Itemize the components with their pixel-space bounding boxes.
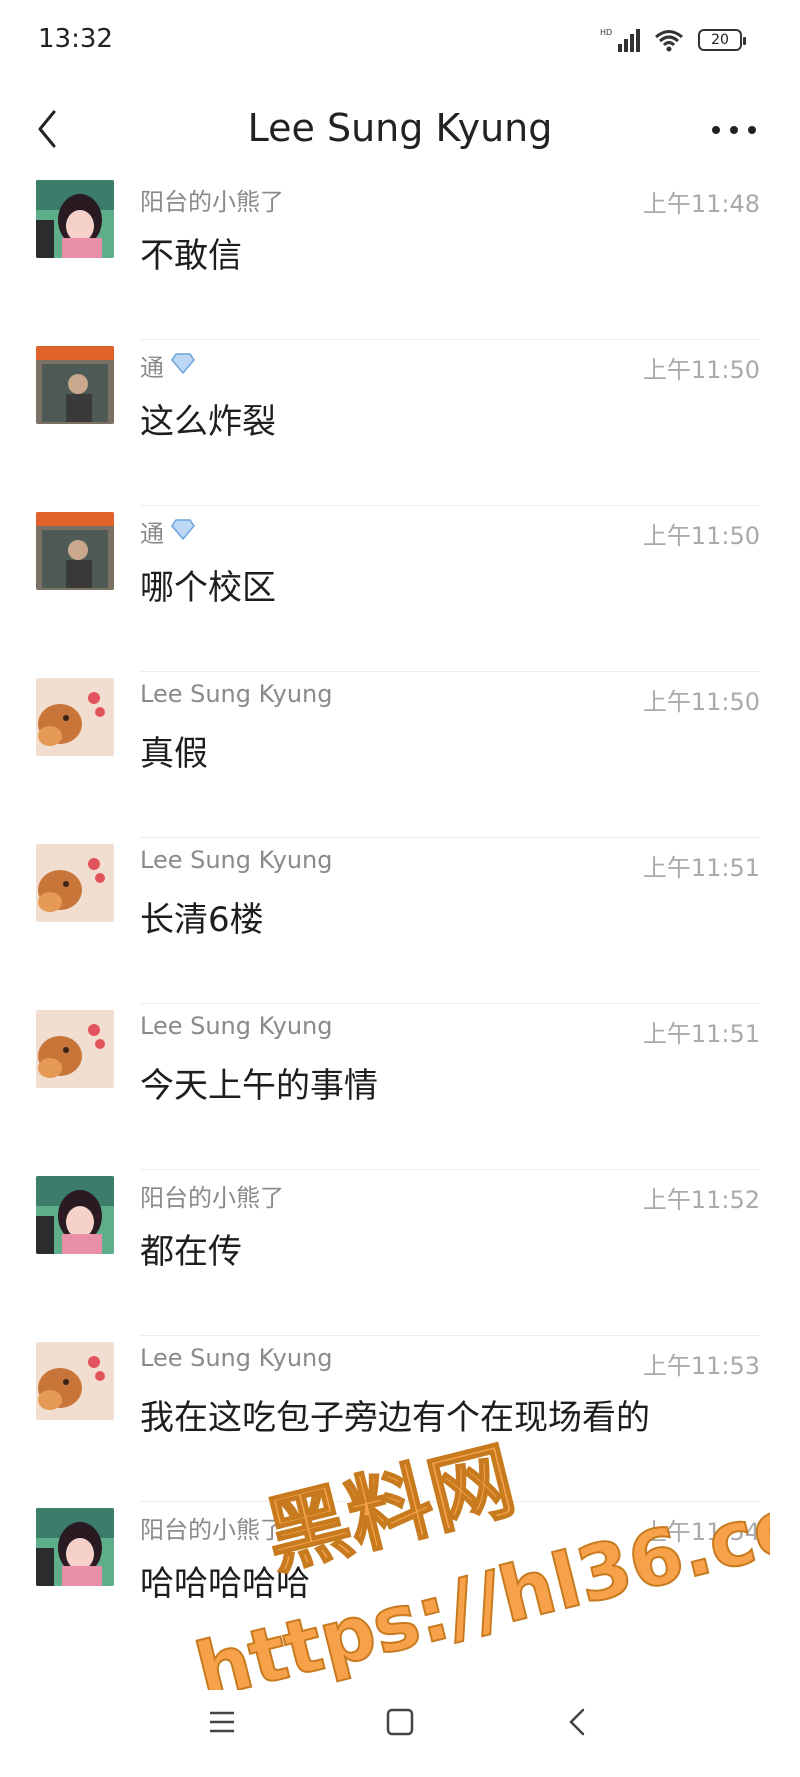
back-icon[interactable] [556, 1700, 600, 1744]
message-content: 长清6楼 [140, 900, 264, 940]
message-content: 今天上午的事情 [140, 1066, 378, 1106]
message-time: 上午11:51 [642, 1020, 760, 1048]
sender-name: 通 [140, 514, 196, 549]
message-item[interactable]: Lee Sung Kyung 上午11:53 我在这吃包子旁边有个在现场看的 [0, 1336, 800, 1502]
sender-label: 通 [140, 354, 164, 382]
wifi-icon [655, 30, 683, 52]
sender-badge [170, 517, 196, 547]
diamond-icon [171, 352, 195, 374]
sender-name: 阳台的小熊了 [140, 1178, 284, 1213]
sender-label: 阳台的小熊了 [140, 1184, 284, 1212]
status-icons: HD 20 [600, 26, 746, 54]
sender-name: 通 [140, 348, 196, 383]
message-content: 真假 [140, 734, 208, 774]
sender-name: 阳台的小熊了 [140, 182, 284, 217]
message-item[interactable]: 通 上午11:50 这么炸裂 [0, 340, 800, 506]
sender-label: Lee Sung Kyung [140, 846, 333, 874]
anime-girl-avatar[interactable] [36, 1508, 114, 1586]
photo-avatar[interactable] [36, 346, 114, 424]
message-item[interactable]: Lee Sung Kyung 上午11:51 今天上午的事情 [0, 1004, 800, 1170]
menu-icon[interactable] [200, 1700, 244, 1744]
message-item[interactable]: Lee Sung Kyung 上午11:50 真假 [0, 672, 800, 838]
sender-label: 阳台的小熊了 [140, 188, 284, 216]
sender-name: Lee Sung Kyung [140, 1012, 332, 1040]
status-bar: 13:32 HD 20 [0, 0, 800, 86]
battery-level: 20 [711, 32, 729, 48]
message-content: 这么炸裂 [140, 402, 276, 442]
message-time: 上午11:51 [642, 854, 760, 882]
sender-label: Lee Sung Kyung [140, 1012, 333, 1040]
message-content: 都在传 [140, 1232, 242, 1272]
cartoon-dog-avatar[interactable] [36, 1010, 114, 1088]
anime-girl-avatar[interactable] [36, 1176, 114, 1254]
message-time: 上午11:54 [642, 1518, 760, 1546]
message-item[interactable]: 阳台的小熊了 上午11:52 都在传 [0, 1170, 800, 1336]
message-time: 上午11:50 [642, 688, 760, 716]
message-item[interactable]: 阳台的小熊了 上午11:54 哈哈哈哈哈 [0, 1502, 800, 1664]
message-time: 上午11:50 [642, 522, 760, 550]
message-content: 不敢信 [140, 236, 242, 276]
message-time: 上午11:48 [642, 190, 760, 218]
message-time: 上午11:50 [642, 356, 760, 384]
sender-label: Lee Sung Kyung [140, 680, 333, 708]
battery-icon: 20 [698, 29, 746, 51]
bottom-nav [0, 1664, 800, 1777]
signal-icon: HD [600, 28, 640, 52]
cartoon-dog-avatar[interactable] [36, 844, 114, 922]
status-time: 13:32 [38, 24, 113, 54]
message-content: 哈哈哈哈哈 [140, 1564, 310, 1604]
message-item[interactable]: 阳台的小熊了 上午11:48 不敢信 [0, 174, 800, 340]
sender-badge [170, 351, 196, 381]
anime-girl-avatar[interactable] [36, 180, 114, 258]
message-content: 哪个校区 [140, 568, 276, 608]
sender-label: 通 [140, 520, 164, 548]
sender-label: Lee Sung Kyung [140, 1344, 333, 1372]
sender-name: Lee Sung Kyung [140, 1344, 332, 1372]
sender-name: Lee Sung Kyung [140, 846, 332, 874]
more-dots-icon[interactable] [706, 112, 762, 148]
sender-name: Lee Sung Kyung [140, 680, 332, 708]
sender-name: 阳台的小熊了 [140, 1510, 284, 1545]
cartoon-dog-avatar[interactable] [36, 678, 114, 756]
home-icon[interactable] [378, 1700, 422, 1744]
diamond-icon [171, 518, 195, 540]
nav-bar: Lee Sung Kyung [0, 86, 800, 174]
message-time: 上午11:52 [642, 1186, 760, 1214]
sender-label: 阳台的小熊了 [140, 1516, 284, 1544]
network-label: HD [600, 28, 612, 37]
message-item[interactable]: 通 上午11:50 哪个校区 [0, 506, 800, 672]
cartoon-dog-avatar[interactable] [36, 1342, 114, 1420]
page-title: Lee Sung Kyung [247, 106, 553, 150]
message-item[interactable]: Lee Sung Kyung 上午11:51 长清6楼 [0, 838, 800, 1004]
message-time: 上午11:53 [642, 1352, 760, 1380]
message-list[interactable]: 阳台的小熊了 上午11:48 不敢信通上午11:50 这么炸裂通上午11:50 哪个校区… [0, 174, 800, 1664]
message-content: 我在这吃包子旁边有个在现场看的 [140, 1398, 650, 1438]
photo-avatar[interactable] [36, 512, 114, 590]
